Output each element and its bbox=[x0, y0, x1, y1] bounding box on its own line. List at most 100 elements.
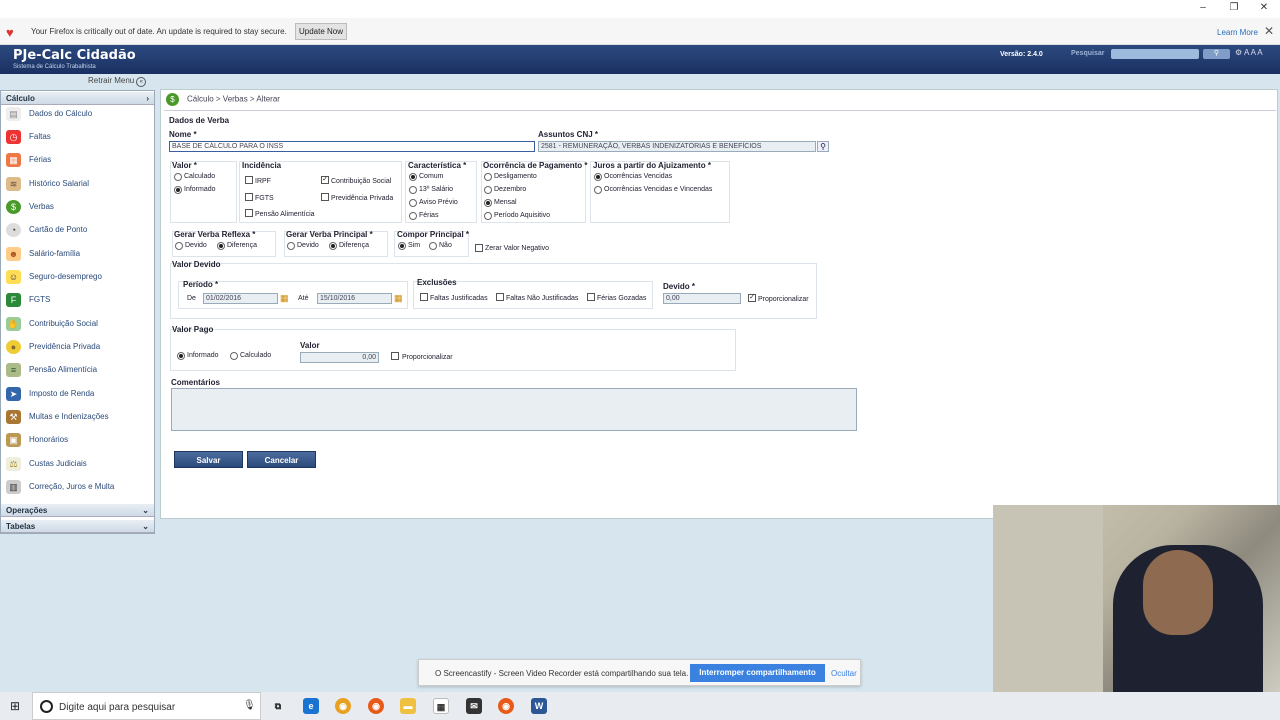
sidebar-item-multas-e-indenizacoes[interactable]: ⚒ Multas e Indenizações bbox=[6, 408, 151, 426]
sidebar-item-seguro-desemprego[interactable]: ☺ Seguro-desemprego bbox=[6, 268, 151, 286]
dezembro-radio[interactable] bbox=[484, 186, 492, 194]
firefox-icon[interactable]: ◉ bbox=[368, 698, 384, 714]
close-notification-icon[interactable]: ✕ bbox=[1264, 24, 1274, 38]
contribuicao-social-checkbox[interactable]: ✓ bbox=[321, 176, 329, 184]
chrome-icon[interactable]: ◉ bbox=[335, 698, 351, 714]
faltas-justificadas-checkbox[interactable] bbox=[420, 293, 428, 301]
ocorrencias-vencidas-vincendas-radio[interactable] bbox=[594, 186, 602, 194]
ocorrencias-vencidas-radio[interactable] bbox=[594, 173, 602, 181]
minimize-icon[interactable]: – bbox=[1195, 2, 1211, 13]
nome-input[interactable]: BASE DE CÁLCULO PARA O INSS bbox=[169, 141, 535, 152]
accessibility-tools[interactable]: ⚙ A A A bbox=[1235, 48, 1263, 57]
pago-calculado-radio[interactable] bbox=[230, 352, 238, 360]
sidebar-section-tabelas[interactable]: Tabelas ⌄ bbox=[1, 520, 154, 533]
screencastify-message: O Screencastify - Screen Video Recorder … bbox=[435, 669, 689, 678]
sidebar-item-label: Custas Judiciais bbox=[29, 459, 87, 468]
piggy-icon: ● bbox=[6, 339, 21, 354]
fgts-checkbox[interactable] bbox=[245, 193, 253, 201]
comum-radio[interactable] bbox=[409, 173, 417, 181]
sidebar-item-label: FGTS bbox=[29, 295, 51, 304]
sidebar-item-label: Pensão Alimentícia bbox=[29, 365, 98, 374]
sidebar-item-correcao-juros-multa[interactable]: ▥ Correção, Juros e Multa bbox=[6, 478, 151, 496]
task-view-icon[interactable]: ⧉ bbox=[270, 698, 286, 714]
assuntos-input[interactable]: 2581 - REMUNERAÇÃO, VERBAS INDENIZATÓRIA… bbox=[538, 141, 816, 152]
devido-input[interactable]: 0,00 bbox=[663, 293, 741, 304]
cortana-icon bbox=[40, 700, 53, 713]
calendar-icon[interactable]: ▦ bbox=[394, 293, 403, 304]
reflexa-diferenca-radio[interactable] bbox=[217, 242, 225, 250]
restore-icon[interactable]: ❐ bbox=[1226, 2, 1242, 13]
proporcionalizar-devido-checkbox[interactable]: ✓ bbox=[748, 294, 756, 302]
proporcionalizar-pago-checkbox[interactable] bbox=[391, 352, 399, 360]
radio-label: Informado bbox=[184, 186, 216, 193]
sidebar-section-operacoes[interactable]: Operações ⌄ bbox=[1, 504, 154, 517]
devido-label: Devido * bbox=[663, 282, 696, 291]
firefox-active-icon[interactable]: ◉ bbox=[498, 698, 514, 714]
valor-pago-box bbox=[170, 329, 736, 371]
windows-start-icon[interactable]: ⊞ bbox=[10, 699, 20, 713]
sidebar-item-fgts[interactable]: F FGTS bbox=[6, 291, 151, 309]
search-icon[interactable]: ⚲ bbox=[817, 141, 829, 152]
tax-icon: ➤ bbox=[6, 386, 21, 401]
irpf-checkbox[interactable] bbox=[245, 176, 253, 184]
stop-sharing-button[interactable]: Interromper compartilhamento bbox=[690, 664, 825, 682]
edge-icon[interactable]: e bbox=[303, 698, 319, 714]
compor-nao-radio[interactable] bbox=[429, 242, 437, 250]
cancelar-button[interactable]: Cancelar bbox=[247, 451, 316, 468]
sidebar-item-faltas[interactable]: ◷ Faltas bbox=[6, 128, 151, 146]
principal-devido-radio[interactable] bbox=[287, 242, 295, 250]
data-fim-input[interactable]: 15/10/2016 bbox=[317, 293, 392, 304]
assuntos-label: Assuntos CNJ * bbox=[538, 130, 599, 139]
data-inicio-input[interactable]: 01/02/2016 bbox=[203, 293, 278, 304]
principal-diferenca-radio[interactable] bbox=[329, 242, 337, 250]
calendar-icon[interactable]: ▦ bbox=[280, 293, 289, 304]
sidebar-item-honorarios[interactable]: ▣ Honorários bbox=[6, 431, 151, 449]
sidebar-item-historico-salarial[interactable]: ≋ Histórico Salarial bbox=[6, 175, 151, 193]
ferias-gozadas-checkbox[interactable] bbox=[587, 293, 595, 301]
file-explorer-icon[interactable]: ▬ bbox=[400, 698, 416, 714]
valor-calculado-radio[interactable] bbox=[174, 173, 182, 181]
close-window-icon[interactable]: ✕ bbox=[1256, 2, 1272, 13]
pensao-alimenticia-checkbox[interactable] bbox=[245, 209, 253, 217]
periodo-aquisitivo-radio[interactable] bbox=[484, 212, 492, 220]
faltas-nao-justificadas-checkbox[interactable] bbox=[496, 293, 504, 301]
update-now-button[interactable]: Update Now bbox=[295, 23, 347, 40]
sidebar-item-dados-do-calculo[interactable]: ▤ Dados do Cálculo bbox=[6, 105, 151, 123]
retrair-menu[interactable]: Retrair Menu « bbox=[88, 76, 147, 87]
update-message: Your Firefox is critically out of date. … bbox=[31, 27, 287, 36]
comentarios-textarea[interactable] bbox=[171, 388, 857, 431]
microphone-icon[interactable]: 🎙 bbox=[243, 700, 256, 711]
sidebar-item-salario-familia[interactable]: ☻ Salário-família bbox=[6, 245, 151, 263]
sidebar-item-verbas[interactable]: $ Verbas bbox=[6, 198, 151, 216]
salvar-button[interactable]: Salvar bbox=[174, 451, 243, 468]
valor-informado-radio[interactable] bbox=[174, 186, 182, 194]
sidebar-item-ferias[interactable]: ▦ Férias bbox=[6, 151, 151, 169]
previdencia-privada-checkbox[interactable] bbox=[321, 193, 329, 201]
search-button[interactable]: ⚲ bbox=[1203, 49, 1230, 59]
sidebar-item-pensao-alimenticia[interactable]: ≡ Pensão Alimentícia bbox=[6, 361, 151, 379]
word-icon[interactable]: W bbox=[531, 698, 547, 714]
decimo-terceiro-radio[interactable] bbox=[409, 186, 417, 194]
store-icon[interactable]: ▦ bbox=[433, 698, 449, 714]
zerar-negativo-checkbox[interactable] bbox=[475, 244, 483, 252]
header-search-input[interactable] bbox=[1111, 49, 1199, 59]
checkbox-label: Faltas Justificadas bbox=[430, 295, 488, 302]
aviso-previo-radio[interactable] bbox=[409, 199, 417, 207]
sidebar-item-contribuicao-social[interactable]: ✋ Contribuição Social bbox=[6, 315, 151, 333]
sidebar-item-previdencia-privada[interactable]: ● Previdência Privada bbox=[6, 338, 151, 356]
mail-icon[interactable]: ✉ bbox=[466, 698, 482, 714]
sidebar-section-calculo[interactable]: Cálculo › bbox=[1, 92, 154, 105]
sidebar-item-custas-judiciais[interactable]: ⚖ Custas Judiciais bbox=[6, 455, 151, 473]
desligamento-radio[interactable] bbox=[484, 173, 492, 181]
reflexa-devido-radio[interactable] bbox=[175, 242, 183, 250]
learn-more-link[interactable]: Learn More bbox=[1217, 28, 1258, 37]
compor-sim-radio[interactable] bbox=[398, 242, 406, 250]
sidebar-item-cartao-de-ponto[interactable]: ◔ Cartão de Ponto bbox=[6, 221, 151, 239]
sidebar-item-imposto-de-renda[interactable]: ➤ Imposto de Renda bbox=[6, 385, 151, 403]
taskbar-search[interactable]: Digite aqui para pesquisar 🎙 bbox=[32, 692, 261, 720]
valor-pago-input[interactable]: 0,00 bbox=[300, 352, 379, 363]
hide-link[interactable]: Ocultar bbox=[831, 669, 857, 678]
ferias-radio[interactable] bbox=[409, 212, 417, 220]
mensal-radio[interactable] bbox=[484, 199, 492, 207]
pago-informado-radio[interactable] bbox=[177, 352, 185, 360]
